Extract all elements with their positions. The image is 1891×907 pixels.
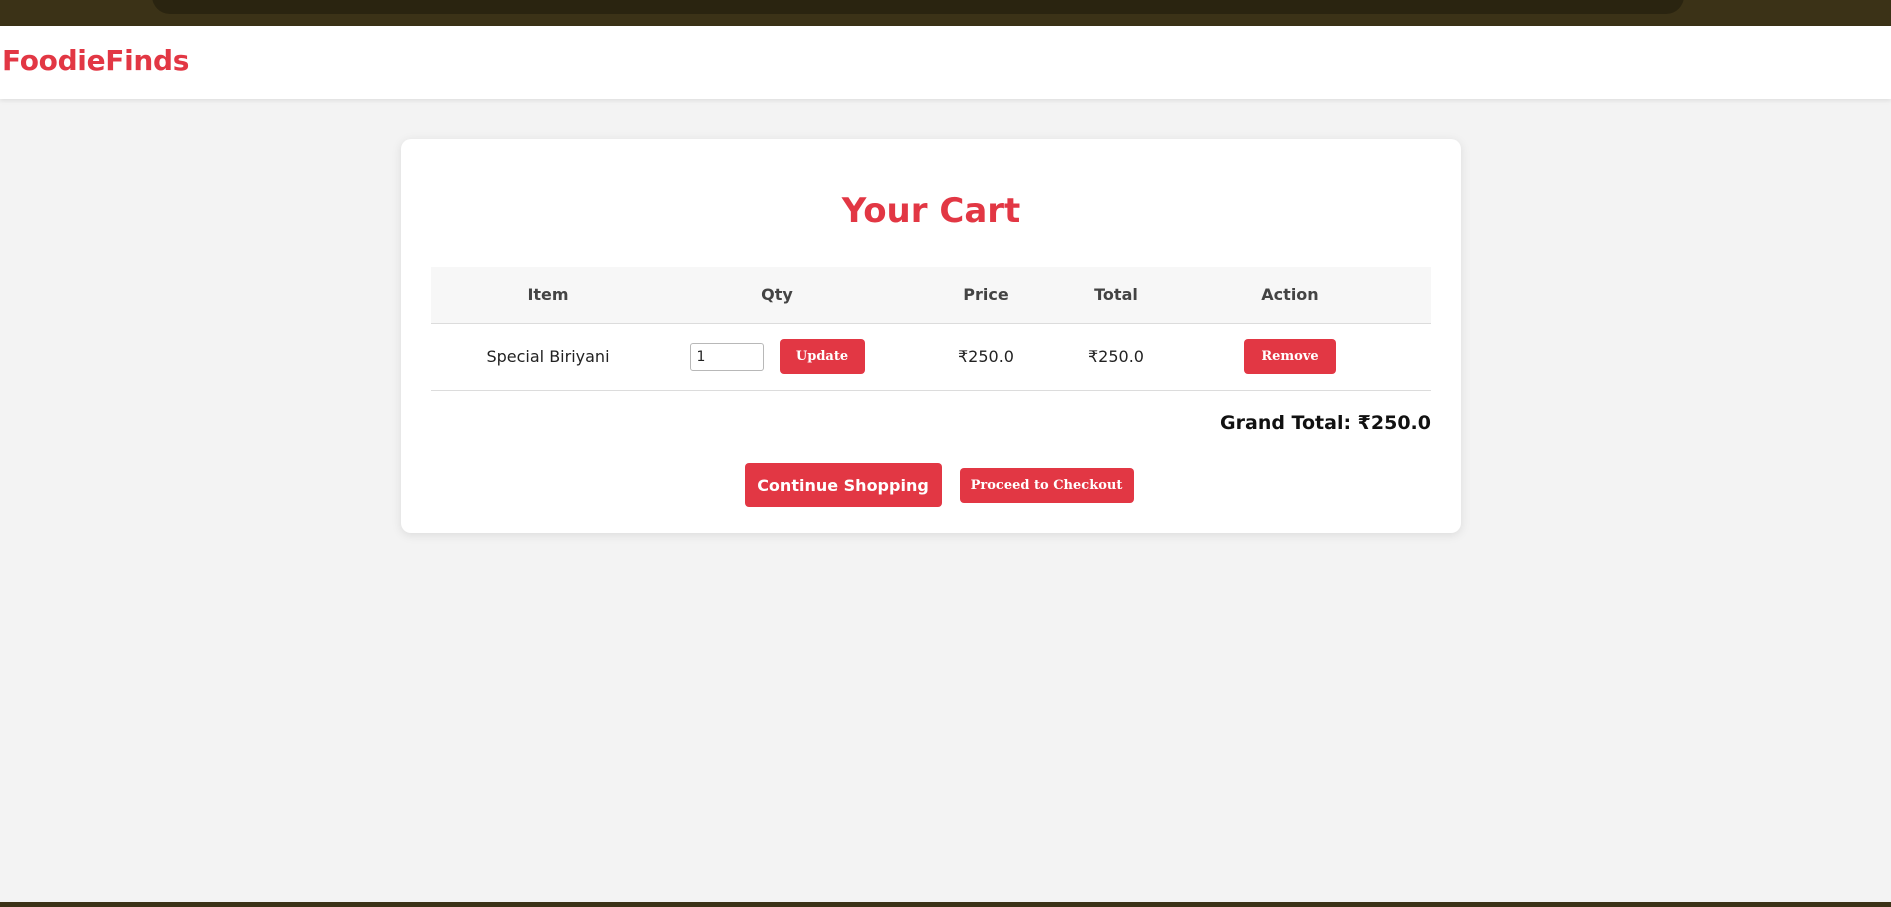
- browser-toolbar: [0, 0, 1891, 26]
- column-header-action: Action: [1149, 267, 1431, 324]
- table-header-row: Item Qty Price Total Action: [431, 267, 1431, 324]
- grand-total: Grand Total: ₹250.0: [1220, 412, 1431, 434]
- cart-table: Item Qty Price Total Action Special Biri…: [431, 267, 1431, 391]
- column-header-price: Price: [889, 267, 1083, 324]
- item-name: Special Biriyani: [431, 323, 665, 391]
- brand-logo[interactable]: FoodieFinds: [2, 44, 189, 77]
- proceed-to-checkout-button[interactable]: Proceed to Checkout: [959, 467, 1134, 503]
- page-title: Your Cart: [841, 191, 1021, 231]
- window-bottom-edge: [0, 902, 1891, 907]
- remove-button[interactable]: Remove: [1244, 339, 1336, 374]
- column-header-item: Item: [431, 267, 665, 324]
- update-button[interactable]: Update: [779, 339, 865, 374]
- continue-shopping-button[interactable]: Continue Shopping: [744, 463, 942, 507]
- qty-cell: Update: [665, 323, 889, 391]
- table-row: Special Biriyani Update ₹250.0 ₹250.0 Re…: [431, 323, 1431, 391]
- navbar: FoodieFinds: [0, 26, 1891, 99]
- column-header-qty: Qty: [665, 267, 889, 324]
- quantity-input[interactable]: [689, 342, 764, 371]
- browser-address-bar[interactable]: [152, 0, 1684, 14]
- column-header-total: Total: [1083, 267, 1149, 324]
- action-cell: Remove: [1149, 323, 1431, 391]
- item-price: ₹250.0: [889, 323, 1083, 391]
- item-total: ₹250.0: [1083, 323, 1149, 391]
- cart-actions: Continue Shopping Proceed to Checkout: [401, 463, 1461, 507]
- cart-card: Your Cart Item Qty Price Total Action Sp…: [401, 139, 1461, 533]
